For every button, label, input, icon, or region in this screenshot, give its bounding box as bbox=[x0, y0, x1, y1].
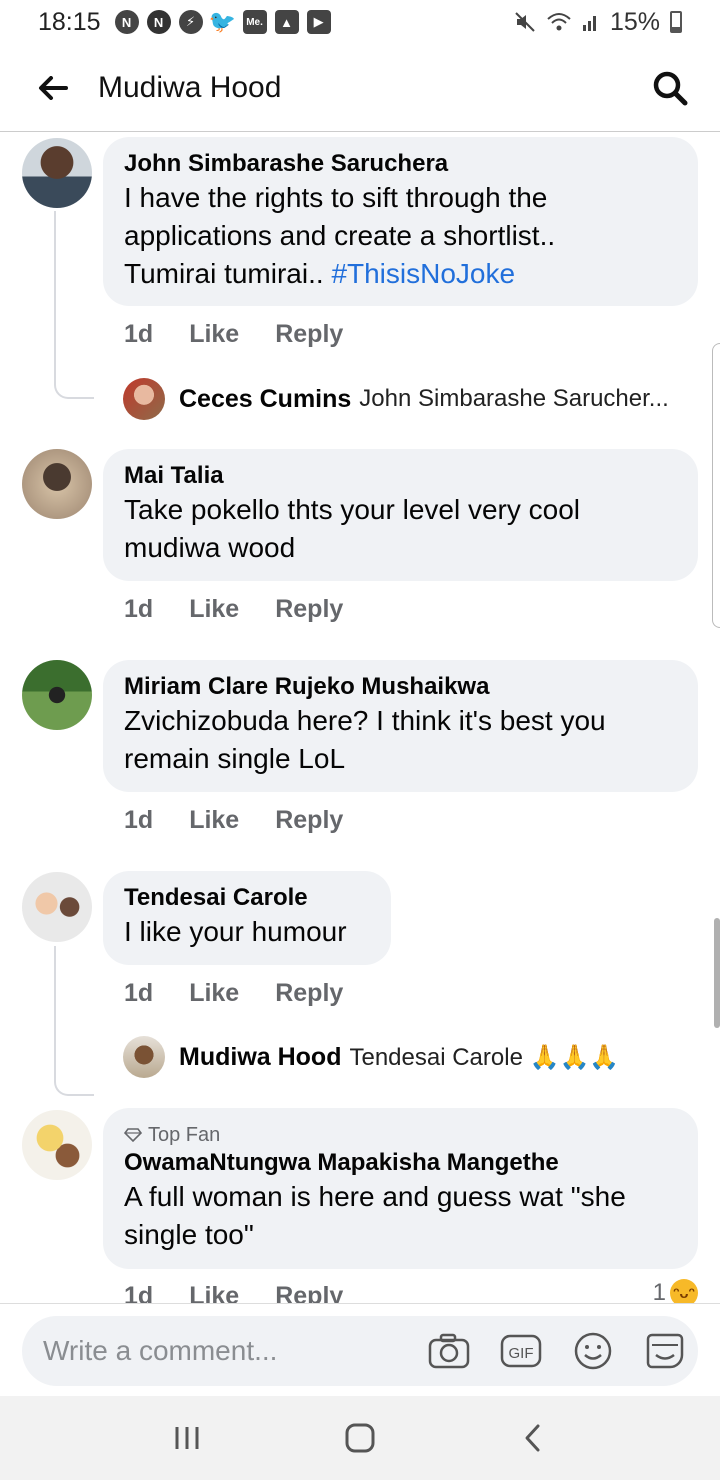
nfc-icon: N bbox=[146, 10, 171, 34]
recents-button[interactable] bbox=[162, 1413, 212, 1463]
sticker-icon bbox=[646, 1333, 684, 1369]
comment-actions: 1d Like Reply bbox=[124, 320, 343, 349]
thread-connector bbox=[54, 211, 94, 399]
avatar[interactable] bbox=[123, 378, 165, 420]
me-icon: Me. bbox=[242, 10, 267, 34]
avatar[interactable] bbox=[22, 660, 92, 730]
reply-text: Tendesai Carole 🙏🙏🙏 bbox=[349, 1043, 620, 1071]
gallery-icon: ▲ bbox=[274, 10, 299, 34]
messenger-icon: ⚡ bbox=[178, 10, 203, 34]
status-time: 18:15 bbox=[38, 7, 101, 36]
comment-bubble[interactable]: Top Fan OwamaNtungwa Mapakisha Mangethe … bbox=[103, 1108, 698, 1269]
comment-bubble[interactable]: Miriam Clare Rujeko Mushaikwa Zvichizobu… bbox=[103, 660, 698, 792]
battery-icon bbox=[670, 11, 682, 33]
like-button[interactable]: Like bbox=[189, 320, 239, 349]
avatar[interactable] bbox=[22, 449, 92, 519]
comment-actions: 1d Like Reply bbox=[124, 1282, 343, 1303]
search-button[interactable] bbox=[648, 66, 692, 110]
comment-text: Zvichizobuda here? I think it's best you… bbox=[124, 705, 606, 774]
comment-text: A full woman is here and guess wat "she s… bbox=[124, 1181, 626, 1250]
system-status: 15% bbox=[514, 8, 682, 37]
avatar[interactable] bbox=[22, 138, 92, 208]
avatar[interactable] bbox=[22, 1110, 92, 1180]
thread-connector bbox=[54, 946, 94, 1096]
comment-actions: 1d Like Reply bbox=[124, 595, 343, 624]
reply-button[interactable]: Reply bbox=[275, 1282, 343, 1303]
app-header: Mudiwa Hood bbox=[0, 44, 720, 132]
notification-n-icon: N bbox=[114, 10, 139, 34]
reply-button[interactable]: Reply bbox=[275, 320, 343, 349]
chevron-left-icon bbox=[525, 1424, 540, 1452]
comment-time: 1d bbox=[124, 595, 154, 623]
comment-author[interactable]: Miriam Clare Rujeko Mushaikwa bbox=[124, 672, 677, 702]
comment-feed[interactable]: John Simbarashe Saruchera I have the rig… bbox=[0, 133, 720, 1303]
comment-author[interactable]: OwamaNtungwa Mapakisha Mangethe bbox=[124, 1148, 677, 1178]
emoji-button[interactable] bbox=[572, 1330, 614, 1372]
reply-preview[interactable]: Mudiwa Hood Tendesai Carole 🙏🙏🙏 bbox=[123, 1036, 619, 1078]
recents-icon bbox=[175, 1427, 199, 1449]
home-button[interactable] bbox=[335, 1413, 385, 1463]
reply-button[interactable]: Reply bbox=[275, 979, 343, 1008]
emoji-icon bbox=[574, 1332, 612, 1370]
wifi-icon bbox=[547, 13, 571, 31]
battery-percent: 15% bbox=[609, 7, 660, 36]
composer-tools: GIF bbox=[428, 1330, 686, 1372]
back-nav-button[interactable] bbox=[508, 1413, 558, 1463]
camera-button[interactable] bbox=[428, 1330, 470, 1372]
camera-icon bbox=[428, 1333, 470, 1369]
comment-author[interactable]: John Simbarashe Saruchera bbox=[124, 149, 677, 179]
reaction-summary[interactable]: 1 ᵔᴗᵔ bbox=[653, 1279, 698, 1303]
system-navigation-bar bbox=[0, 1396, 720, 1480]
comment-author[interactable]: Tendesai Carole bbox=[124, 883, 370, 913]
comment-time: 1d bbox=[124, 806, 154, 834]
gif-button[interactable]: GIF bbox=[500, 1330, 542, 1372]
comment-bubble[interactable]: Mai Talia Take pokello thts your level v… bbox=[103, 449, 698, 581]
svg-text:GIF: GIF bbox=[509, 1345, 534, 1362]
comment-text: Take pokello thts your level very cool mu… bbox=[124, 494, 580, 563]
reply-button[interactable]: Reply bbox=[275, 806, 343, 835]
reaction-count: 1 bbox=[652, 1279, 666, 1303]
comment-composer: GIF bbox=[0, 1303, 720, 1396]
top-fan-badge: Top Fan bbox=[124, 1122, 677, 1148]
avatar[interactable] bbox=[123, 1036, 165, 1078]
comment-author[interactable]: Mai Talia bbox=[124, 461, 677, 491]
comment-bubble[interactable]: Tendesai Carole I like your humour bbox=[103, 871, 391, 965]
side-panel-handle[interactable] bbox=[712, 343, 720, 628]
notification-icons: N N ⚡ 🐦 Me. ▲ ▶ bbox=[114, 9, 331, 34]
sticker-button[interactable] bbox=[644, 1330, 686, 1372]
like-button[interactable]: Like bbox=[189, 979, 239, 1008]
search-icon bbox=[653, 71, 688, 105]
status-bar: 18:15 N N ⚡ 🐦 Me. ▲ ▶ 15% bbox=[0, 0, 720, 44]
comment-bubble[interactable]: John Simbarashe Saruchera I have the rig… bbox=[103, 137, 698, 306]
comment-time: 1d bbox=[124, 979, 154, 1007]
comment-actions: 1d Like Reply bbox=[124, 806, 343, 835]
avatar[interactable] bbox=[22, 872, 92, 942]
comment-time: 1d bbox=[124, 1282, 154, 1303]
home-icon bbox=[345, 1423, 375, 1453]
gif-icon: GIF bbox=[500, 1334, 542, 1368]
like-button[interactable]: Like bbox=[189, 595, 239, 624]
haha-reaction-icon: ᵔᴗᵔ bbox=[670, 1279, 698, 1303]
twitter-icon: 🐦 bbox=[208, 9, 237, 34]
reply-preview[interactable]: Ceces Cumins John Simbarashe Sarucher... bbox=[123, 378, 669, 420]
scrollbar[interactable] bbox=[714, 918, 720, 1028]
hashtag-link[interactable]: #ThisisNoJoke bbox=[331, 258, 515, 289]
back-button[interactable] bbox=[28, 63, 78, 113]
like-button[interactable]: Like bbox=[189, 1282, 239, 1303]
youtube-icon: ▶ bbox=[306, 10, 331, 34]
comment-text: I like your humour bbox=[124, 916, 347, 947]
signal-icon bbox=[582, 16, 596, 31]
reply-button[interactable]: Reply bbox=[275, 595, 343, 624]
reply-text: John Simbarashe Sarucher... bbox=[359, 385, 669, 412]
comment-actions: 1d Like Reply bbox=[124, 979, 343, 1008]
reply-author[interactable]: Ceces Cumins bbox=[179, 385, 351, 414]
diamond-icon bbox=[124, 1128, 142, 1142]
page-title: Mudiwa Hood bbox=[98, 70, 282, 104]
comment-text: I have the rights to sift through the app… bbox=[124, 182, 556, 289]
comment-time: 1d bbox=[124, 320, 154, 348]
like-button[interactable]: Like bbox=[189, 806, 239, 835]
reply-author[interactable]: Mudiwa Hood bbox=[179, 1043, 341, 1072]
mute-icon bbox=[515, 12, 535, 32]
arrow-left-icon bbox=[39, 75, 68, 100]
